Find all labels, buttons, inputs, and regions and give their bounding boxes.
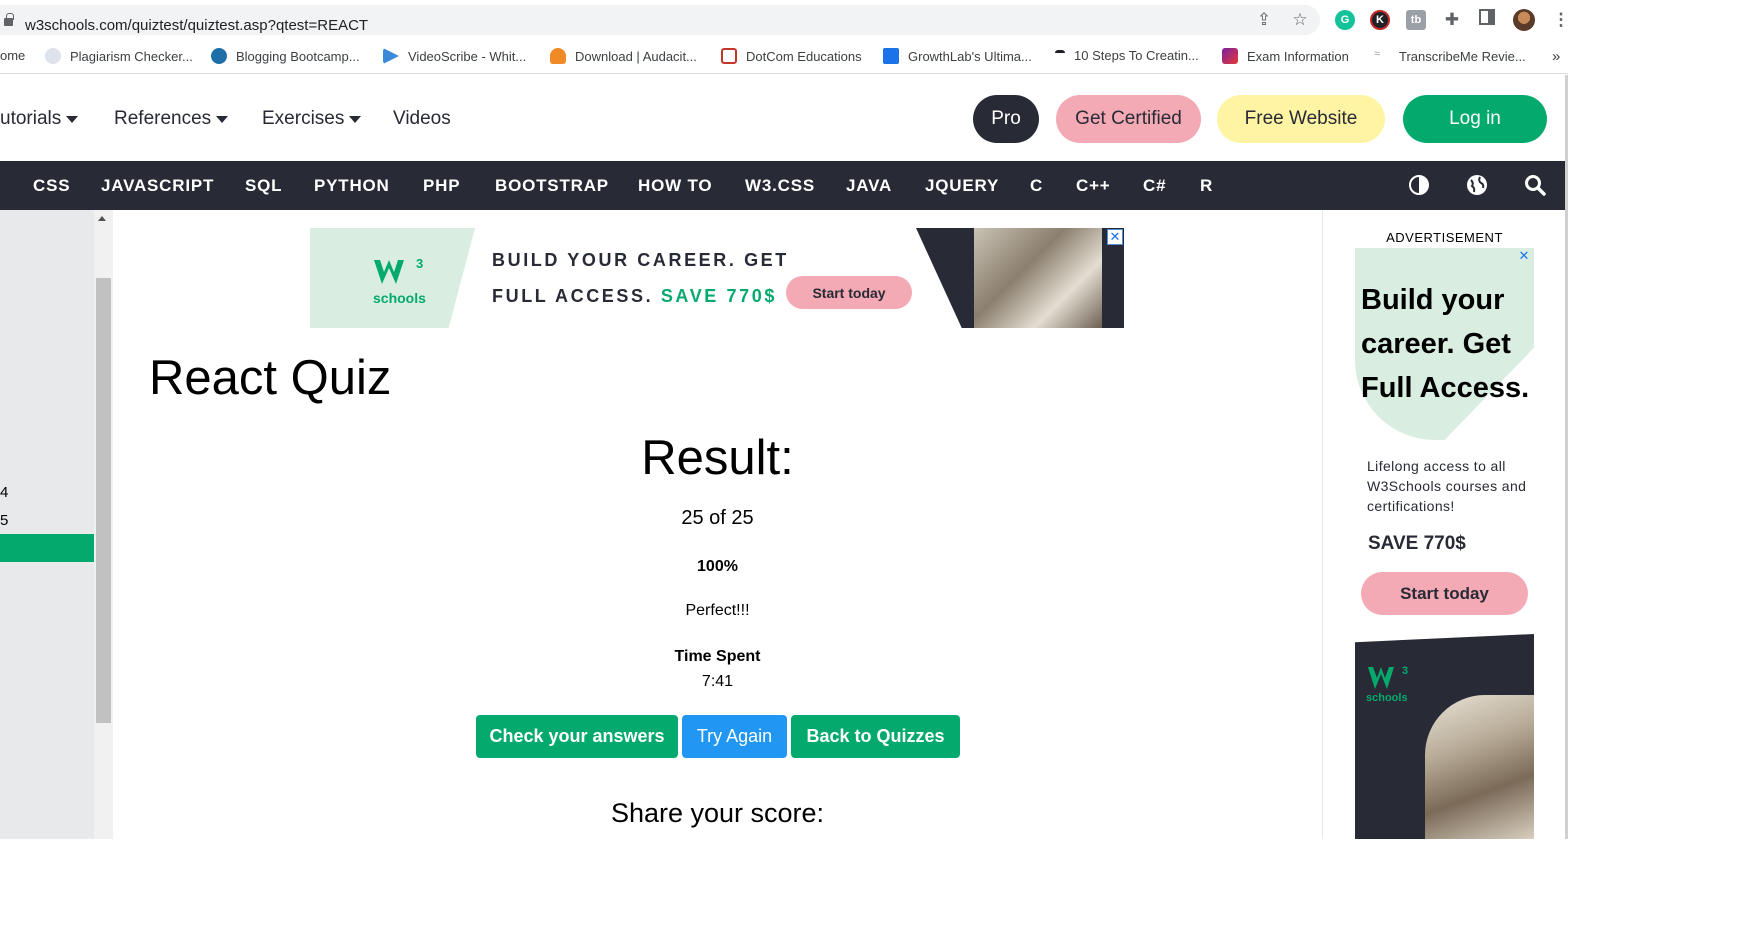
svg-text:3: 3 — [416, 256, 423, 271]
result-heading: Result: — [641, 431, 794, 485]
w3schools-logo-icon: 3 — [374, 256, 423, 284]
subnav-cpp[interactable]: C++ — [1076, 176, 1111, 196]
plagiarism-favicon-icon — [45, 48, 61, 64]
right-ad-start-today-button[interactable]: Start today — [1361, 572, 1528, 615]
extensions-puzzle-icon[interactable]: ✚ — [1441, 9, 1463, 31]
subnav-javascript[interactable]: JAVASCRIPT — [101, 176, 214, 196]
bookmark-dotcom-educations[interactable]: DotCom Educations — [721, 48, 862, 64]
exam-favicon-icon — [1222, 48, 1238, 64]
profile-avatar[interactable] — [1513, 9, 1535, 31]
right-ad-photo — [1425, 695, 1534, 839]
login-button[interactable]: Log in — [1403, 95, 1547, 143]
blogging-favicon-icon — [211, 48, 227, 64]
tutorials-menu[interactable]: utorials — [0, 108, 79, 130]
ad-line-1: BUILD YOUR CAREER. GET — [492, 250, 789, 270]
right-ad-close-icon[interactable]: ✕ — [1516, 249, 1532, 265]
audacity-favicon-icon — [550, 48, 566, 64]
ad-start-today-button[interactable]: Start today — [786, 276, 912, 309]
bookmark-exam-information[interactable]: Exam Information — [1222, 48, 1349, 64]
right-ad-save-text: SAVE 770$ — [1368, 533, 1466, 554]
bookmark-transcribeme[interactable]: ≈ TranscribeMe Revie... — [1374, 48, 1526, 64]
grammarly-extension-icon[interactable]: G — [1335, 10, 1355, 30]
growthlab-favicon-icon — [883, 48, 899, 64]
subnav-bootstrap[interactable]: BOOTSTRAP — [495, 176, 609, 196]
k-extension-icon[interactable]: K — [1370, 10, 1390, 30]
caret-down-icon — [216, 115, 229, 123]
caret-down-icon — [349, 115, 362, 123]
subnav-sql[interactable]: SQL — [245, 176, 282, 196]
subnav-css[interactable]: CSS — [33, 176, 70, 196]
time-spent-value: 7:41 — [701, 673, 734, 690]
bookmarks-bar: ome Plagiarism Checker... Blogging Bootc… — [0, 40, 1568, 74]
subnav-c[interactable]: C — [1030, 176, 1043, 196]
page-title: React Quiz — [149, 351, 392, 405]
subnav-java[interactable]: JAVA — [846, 176, 892, 196]
pro-button[interactable]: Pro — [973, 95, 1039, 143]
ad-logo-text: schools — [373, 290, 426, 306]
time-spent-label: Time Spent — [674, 648, 761, 665]
check-answers-button[interactable]: Check your answers — [476, 715, 678, 758]
globe-icon[interactable] — [1466, 174, 1488, 196]
bookmark-plagiarism-checker[interactable]: Plagiarism Checker... — [45, 48, 193, 64]
videos-link[interactable]: Videos — [393, 108, 451, 130]
advertisement-label: ADVERTISEMENT — [1386, 230, 1503, 245]
tb-extension-icon[interactable]: tb — [1406, 10, 1426, 30]
score-text: 25 of 25 — [681, 507, 754, 529]
transcribeme-favicon-icon: ≈ — [1374, 48, 1381, 60]
dark-mode-icon[interactable] — [1408, 174, 1430, 196]
ad-close-icon[interactable]: ✕ — [1107, 229, 1123, 245]
window-right-edge — [1565, 75, 1568, 839]
ad-photo — [974, 228, 1102, 328]
share-score-heading: Share your score: — [610, 798, 825, 828]
try-again-button[interactable]: Try Again — [682, 715, 787, 758]
right-ad-headline: Build your career. Get Full Access. — [1361, 284, 1530, 404]
svg-text:3: 3 — [1402, 665, 1408, 677]
subnav-python[interactable]: PYTHON — [314, 176, 390, 196]
subnav-howto[interactable]: HOW TO — [638, 176, 712, 196]
top-ad-banner[interactable]: 3 schools BUILD YOUR CAREER. GET FULL AC… — [310, 228, 1124, 328]
videoscribe-favicon-icon — [383, 48, 399, 64]
10-steps-favicon-icon — [1055, 49, 1065, 62]
bookmark-blogging-bootcamp[interactable]: Blogging Bootcamp... — [211, 48, 360, 64]
url-text[interactable]: w3schools.com/quiztest/quiztest.asp?qtes… — [25, 17, 368, 34]
w3-top-navigation: utorials References Exercises Videos Pro… — [0, 75, 1568, 161]
bookmark-star-icon[interactable]: ☆ — [1289, 9, 1311, 31]
side-panel-icon[interactable] — [1476, 9, 1498, 31]
bookmark-growthlab[interactable]: GrowthLab's Ultima... — [883, 48, 1032, 64]
right-ad-subtext: Lifelong access to all W3Schools courses… — [1367, 458, 1527, 514]
right-ad-w3-logo-icon: 3 — [1368, 665, 1408, 689]
ad-line-2: FULL ACCESS. SAVE 770$ — [492, 286, 777, 306]
get-certified-button[interactable]: Get Certified — [1056, 95, 1201, 143]
lock-icon — [4, 13, 14, 26]
percent-text: 100% — [697, 558, 738, 575]
bookmark-home[interactable]: ome — [0, 48, 25, 63]
right-ad-logo-text: schools — [1366, 692, 1408, 704]
back-to-quizzes-button[interactable]: Back to Quizzes — [791, 715, 960, 758]
share-icon[interactable]: ⇪ — [1253, 9, 1275, 31]
result-message: Perfect!!! — [685, 602, 750, 619]
browser-menu-icon[interactable]: ⋮ — [1550, 9, 1572, 31]
free-website-button[interactable]: Free Website — [1217, 95, 1385, 143]
subnav-csharp[interactable]: C# — [1143, 176, 1166, 196]
bookmark-10-steps[interactable]: 10 Steps To Creatin... — [1055, 48, 1199, 63]
subnav-jquery[interactable]: JQUERY — [925, 176, 999, 196]
language-subnav: CSS JAVASCRIPT SQL PYTHON PHP BOOTSTRAP … — [0, 161, 1565, 210]
scroll-up-arrow-icon[interactable] — [98, 216, 106, 221]
more-bookmarks-button[interactable]: » — [1552, 48, 1560, 65]
exercises-menu[interactable]: Exercises — [262, 108, 362, 130]
subnav-php[interactable]: PHP — [423, 176, 460, 196]
dotcom-favicon-icon — [721, 48, 737, 64]
subnav-w3css[interactable]: W3.CSS — [745, 176, 815, 196]
bookmark-audacity[interactable]: Download | Audacit... — [550, 48, 697, 64]
url-field[interactable]: w3schools.com/quiztest/quiztest.asp?qtes… — [0, 5, 1320, 35]
sidebar-item-4[interactable]: 4 — [0, 484, 8, 501]
browser-address-bar: w3schools.com/quiztest/quiztest.asp?qtes… — [0, 0, 1570, 40]
bookmark-videoscribe[interactable]: VideoScribe - Whit... — [383, 48, 526, 64]
subnav-r[interactable]: R — [1200, 176, 1213, 196]
caret-down-icon — [66, 115, 79, 123]
references-menu[interactable]: References — [114, 108, 229, 130]
search-icon[interactable] — [1524, 174, 1546, 196]
